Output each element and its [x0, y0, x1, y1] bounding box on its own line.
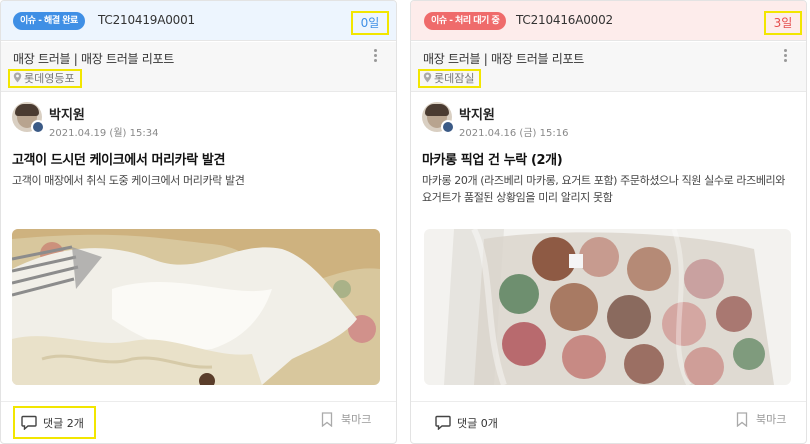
issue-card[interactable]: 이슈 - 처리 대기 중 TC210416A0002 3일 매장 트러블 | 매…: [410, 0, 807, 444]
footer-divider: [411, 401, 806, 402]
store-tag: 롯데잠실: [418, 69, 482, 88]
category-label: 매장 트러블 | 매장 트러블 리포트: [423, 52, 584, 66]
more-vertical-icon[interactable]: [784, 49, 788, 63]
post-title[interactable]: 고객이 드시던 케이크에서 머리카락 발견: [12, 149, 225, 168]
bookmark-button[interactable]: 북마크: [736, 411, 786, 427]
location-pin-icon: [13, 72, 22, 83]
more-vertical-icon[interactable]: [374, 49, 378, 63]
profile-badge-icon: [31, 120, 45, 134]
category-label: 매장 트러블 | 매장 트러블 리포트: [13, 52, 174, 66]
status-badge: 이슈 - 처리 대기 중: [424, 12, 507, 30]
avatar: [12, 102, 45, 134]
post-title[interactable]: 마카롱 픽업 건 누락 (2개): [422, 149, 563, 168]
post-date: 2021.04.19 (월) 15:34: [49, 128, 159, 139]
store-tag: 롯데영등포: [8, 69, 82, 88]
author-name: 박지원: [49, 108, 85, 123]
elapsed-days: 3일: [764, 11, 802, 35]
store-name: 롯데잠실: [434, 72, 475, 85]
bookmark-icon: [321, 411, 333, 427]
location-pin-icon: [423, 72, 432, 83]
post-body: 고객이 매장에서 취식 도중 케이크에서 머리카락 발견: [12, 174, 245, 187]
card-header: 이슈 - 처리 대기 중 TC210416A0002 3일: [411, 1, 806, 41]
bookmark-label: 북마크: [341, 413, 372, 426]
footer-divider: [1, 401, 396, 402]
post-date: 2021.04.16 (금) 15:16: [459, 128, 569, 139]
comment-count: 댓글 0개: [457, 416, 498, 430]
post-body: 마카롱 20개 (라즈베리 마카롱, 요거트 포함) 주문하셨으나 직원 실수로…: [422, 174, 785, 204]
card-meta: 매장 트러블 | 매장 트러블 리포트 롯데잠실: [411, 42, 806, 92]
attached-photo[interactable]: [12, 229, 380, 385]
profile-badge-icon: [441, 120, 455, 134]
comment-icon: [21, 415, 37, 430]
issue-card[interactable]: 이슈 - 해결 완료 TC210419A0001 0일 매장 트러블 | 매장 …: [0, 0, 397, 444]
ticket-code: TC210419A0001: [98, 13, 195, 27]
ticket-code: TC210416A0002: [516, 13, 613, 27]
elapsed-days: 0일: [351, 11, 389, 35]
status-badge: 이슈 - 해결 완료: [13, 12, 85, 30]
card-header: 이슈 - 해결 완료 TC210419A0001 0일: [1, 1, 396, 41]
comment-button[interactable]: 댓글 2개: [13, 406, 96, 439]
avatar: [422, 102, 455, 134]
store-name: 롯데영등포: [24, 72, 75, 85]
comment-icon: [435, 415, 451, 430]
author-name: 박지원: [459, 108, 495, 123]
attached-photo[interactable]: [424, 229, 791, 385]
comment-count: 댓글 2개: [43, 416, 84, 430]
bookmark-label: 북마크: [756, 413, 787, 426]
comment-button[interactable]: 댓글 0개: [429, 406, 504, 439]
bookmark-button[interactable]: 북마크: [321, 411, 371, 427]
bookmark-icon: [736, 411, 748, 427]
card-meta: 매장 트러블 | 매장 트러블 리포트 롯데영등포: [1, 42, 396, 92]
